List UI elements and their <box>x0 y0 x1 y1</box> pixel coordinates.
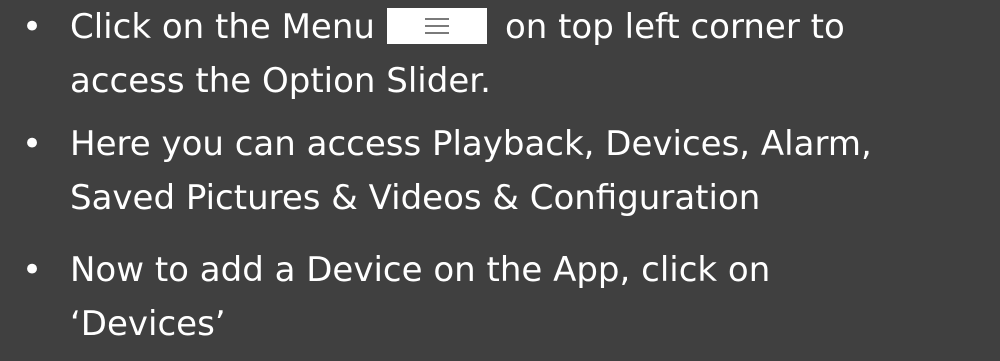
menu-button[interactable] <box>386 7 487 44</box>
bullet-dot: • <box>22 124 43 164</box>
hamburger-menu-icon <box>424 17 449 34</box>
bullet-dot: • <box>22 250 43 290</box>
bullet-line: ‘Devices’ <box>70 304 226 344</box>
bullet-line: Saved Pictures & Videos & Configuration <box>70 178 761 218</box>
menu-instruction-text: Click on the Menu <box>70 7 375 47</box>
bullet-line: access the Option Slider. <box>70 61 491 101</box>
instruction-slide: • Click on the Menu on top left corner to… <box>0 0 1000 361</box>
menu-instruction-text-cont: on top left corner to <box>504 7 845 47</box>
bullet-line: Click on the Menu on top left corner to <box>70 0 845 54</box>
bullet-dot: • <box>22 7 43 47</box>
bullet-line: Here you can access Playback, Devices, A… <box>70 124 872 164</box>
bullet-line: Now to add a Device on the App, click on <box>70 250 771 290</box>
